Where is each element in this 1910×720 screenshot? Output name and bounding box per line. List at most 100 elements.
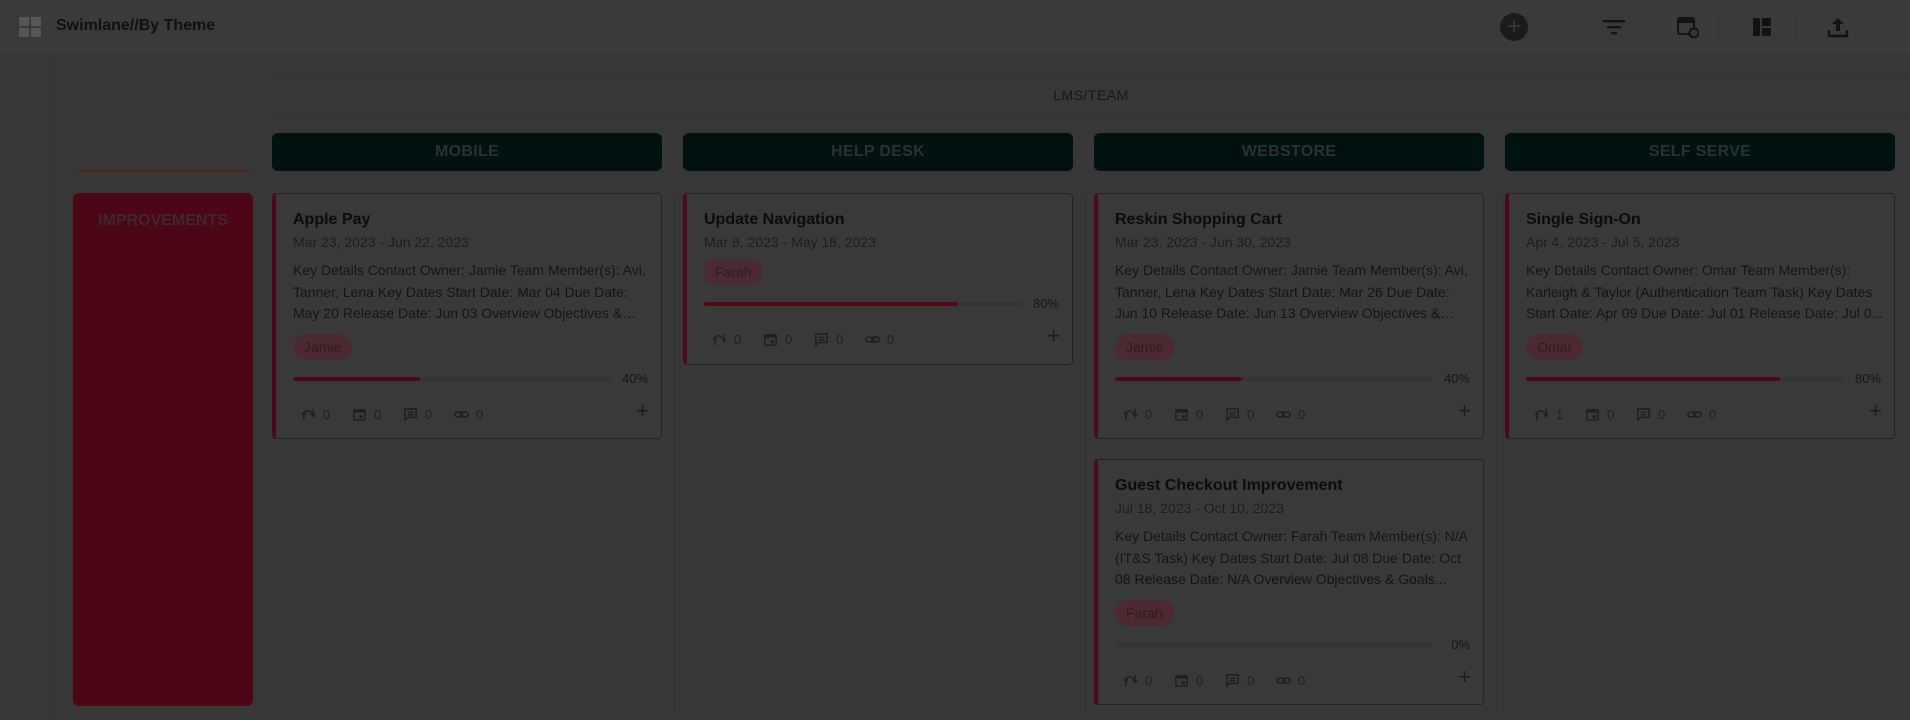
link-icon [865,335,880,343]
comments-stat[interactable]: 0 [1225,671,1276,689]
column-header-self-serve[interactable]: SELF SERVE [1505,133,1895,171]
assignee-chip[interactable]: Jamie [293,334,353,360]
column-divider [1085,193,1086,713]
comment-icon [1226,407,1239,422]
apps-grid-icon[interactable] [19,17,41,37]
dependency-icon [712,333,727,345]
links-count: 0 [887,331,895,347]
add-to-card-button[interactable]: + [1869,400,1882,422]
progress-percent: 0% [1451,637,1470,652]
group-label: LMS/TEAM [1053,87,1129,103]
comments-stat[interactable]: 0 [403,405,454,423]
column-divider [1496,193,1497,713]
card-guest-checkout-improvement[interactable]: Guest Checkout Improvement Jul 18, 2023 … [1094,459,1484,705]
links-count: 0 [1298,672,1306,688]
progress-percent: 80% [1032,296,1059,311]
layout-button[interactable] [1747,12,1777,42]
dependencies-stat[interactable]: 0 [712,330,763,348]
dependencies-stat[interactable]: 0 [1123,405,1174,423]
dependencies-stat[interactable]: 1 [1534,405,1585,423]
progress-fill [704,302,959,306]
card-stats: 0 0 0 0 [712,330,916,348]
column-header-webstore[interactable]: WEBSTORE [1094,133,1484,171]
dependency-icon [1534,408,1549,420]
edit-columns-icon [1677,17,1699,38]
board-group-header: LMS/TEAM [272,78,1910,114]
comment-icon [404,407,417,422]
filter-button[interactable] [1599,12,1629,42]
progress-bar [293,377,611,381]
comment-icon [815,332,828,347]
dates-stat[interactable]: 0 [1174,671,1225,689]
progress-percent: 40% [1443,371,1470,386]
links-count: 0 [1298,406,1306,422]
dependencies-count: 0 [1145,672,1153,688]
swimlane-header[interactable]: IMPROVEMENTS [73,193,253,706]
comment-icon [1637,407,1650,422]
link-icon [1276,410,1291,418]
card-stats: 1 0 0 0 [1534,405,1738,423]
left-rail [0,55,53,720]
progress-bar [1115,377,1433,381]
swimlane-label: IMPROVEMENTS [98,212,228,229]
progress-percent: 80% [1854,371,1881,386]
column-header-mobile[interactable]: MOBILE [272,133,662,171]
edit-columns-button[interactable] [1673,12,1703,42]
dates-stat[interactable]: 0 [1174,405,1225,423]
card-description: Key Details Contact Owner: Farah Team Me… [1115,528,1468,587]
assignee-chip[interactable]: Farah [1115,600,1174,626]
assignee-chip[interactable]: Jamie [1115,334,1175,360]
card-single-sign-on[interactable]: Single Sign-On Apr 4, 2023 - Jul 5, 2023… [1505,193,1895,439]
link-icon [1687,410,1702,418]
column-header-help-desk[interactable]: HELP DESK [683,133,1073,171]
links-stat[interactable]: 0 [454,405,505,423]
card-description: Key Details Contact Owner: Omar Team Mem… [1526,262,1884,321]
dependencies-stat[interactable]: 0 [1123,671,1174,689]
dependency-icon [1123,408,1138,420]
progress-fill [1526,377,1781,381]
comments-stat[interactable]: 0 [814,330,865,348]
dates-count: 0 [1607,406,1615,422]
links-stat[interactable]: 0 [1276,405,1327,423]
calendar-icon [353,408,366,421]
card-update-navigation[interactable]: Update Navigation Mar 8, 2023 - May 18, … [683,193,1073,365]
dates-count: 0 [1196,406,1204,422]
calendar-icon [764,333,777,346]
add-button[interactable]: + [1499,12,1529,42]
assignee-chip[interactable]: Farah [704,259,763,285]
add-to-card-button[interactable]: + [1047,325,1060,347]
add-to-card-button[interactable]: + [636,400,649,422]
links-stat[interactable]: 0 [1276,671,1327,689]
page-title: Swimlane//By Theme [56,17,216,34]
links-count: 0 [1709,406,1717,422]
card-title: Guest Checkout Improvement [1115,477,1343,494]
progress-fill [293,377,421,381]
comments-stat[interactable]: 0 [1636,405,1687,423]
comments-stat[interactable]: 0 [1225,405,1276,423]
comments-count: 0 [836,331,844,347]
filter-icon [1603,20,1625,35]
dates-stat[interactable]: 0 [352,405,403,423]
links-stat[interactable]: 0 [865,330,916,348]
export-button[interactable] [1823,12,1853,42]
calendar-icon [1175,408,1188,421]
add-to-card-button[interactable]: + [1458,400,1471,422]
link-icon [454,410,469,418]
links-stat[interactable]: 0 [1687,405,1738,423]
dates-stat[interactable]: 0 [1585,405,1636,423]
comments-count: 0 [1658,406,1666,422]
dependencies-count: 0 [734,331,742,347]
dates-stat[interactable]: 0 [763,330,814,348]
assignee-chip[interactable]: Omar [1526,334,1583,360]
card-reskin-shopping-cart[interactable]: Reskin Shopping Cart Mar 23, 2023 - Jun … [1094,193,1484,439]
dependencies-stat[interactable]: 0 [301,405,352,423]
card-stats: 0 0 0 0 [301,405,505,423]
comments-count: 0 [425,406,433,422]
lane-accent-divider [78,170,250,172]
links-count: 0 [476,406,484,422]
export-icon [1827,18,1849,38]
link-icon [1276,676,1291,684]
add-to-card-button[interactable]: + [1458,666,1471,688]
card-apple-pay[interactable]: Apple Pay Mar 23, 2023 - Jun 22, 2023 Ke… [272,193,662,439]
card-dates: Mar 23, 2023 - Jun 22, 2023 [293,234,469,250]
